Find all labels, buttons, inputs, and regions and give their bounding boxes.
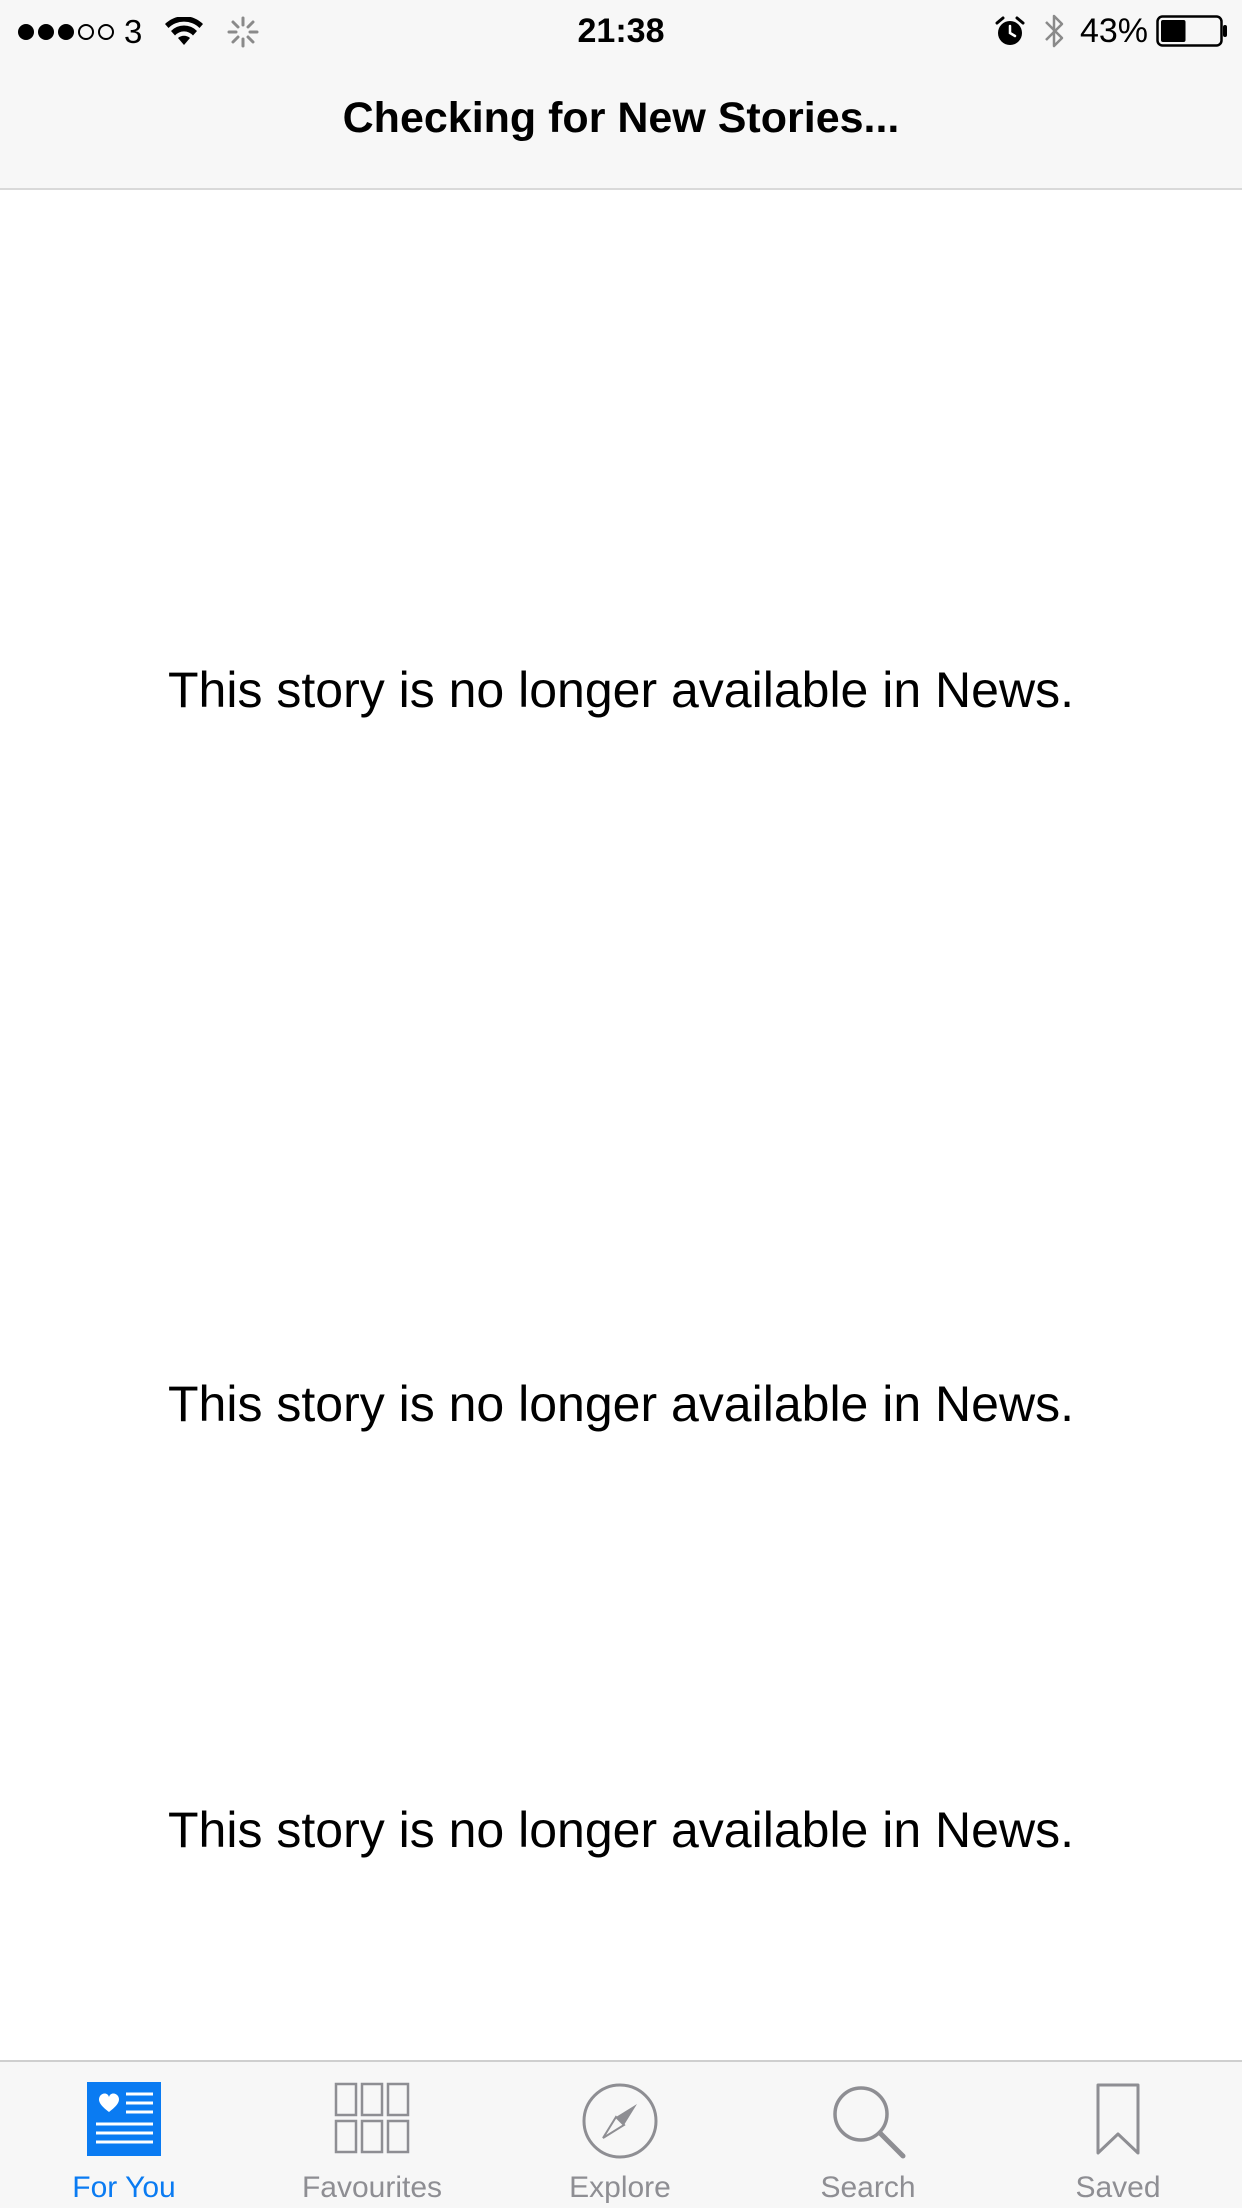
- tab-label: Favourites: [301, 2171, 443, 2204]
- tab-label: Search: [820, 2171, 916, 2204]
- compass-icon: [582, 2083, 658, 2159]
- for-you-icon: [87, 2082, 161, 2156]
- bluetooth-icon: [1045, 14, 1064, 48]
- tab-favourites[interactable]: Favourites: [248, 2062, 496, 2208]
- story-unavailable-message: This story is no longer available in New…: [168, 1802, 1074, 1858]
- status-right: 43%: [994, 10, 1228, 52]
- search-icon: [833, 2086, 906, 2159]
- favourites-grid-icon: [334, 2082, 410, 2154]
- tab-label: Saved: [1075, 2171, 1161, 2204]
- battery-icon: [1156, 15, 1227, 47]
- screen: 3 21:38 43% Checking for New Stories... …: [0, 0, 1242, 2208]
- navigation-bar: Checking for New Stories...: [0, 60, 1242, 190]
- tab-bar: For You Favourites Explore Search Saved: [0, 2060, 1242, 2208]
- tab-search[interactable]: Search: [744, 2062, 992, 2208]
- story-unavailable-message: This story is no longer available in New…: [168, 662, 1074, 718]
- page-title: Checking for New Stories...: [342, 94, 900, 142]
- tab-label: For You: [72, 2171, 176, 2204]
- status-bar: 3 21:38 43%: [0, 0, 1242, 60]
- bookmark-icon: [1096, 2083, 1140, 2155]
- story-unavailable-message: This story is no longer available in New…: [168, 1376, 1074, 1432]
- alarm-icon: [995, 16, 1025, 45]
- tab-saved[interactable]: Saved: [994, 2062, 1242, 2208]
- tab-for-you[interactable]: For You: [0, 2062, 248, 2208]
- tab-explore[interactable]: Explore: [496, 2062, 744, 2208]
- battery-percent: 43%: [1079, 12, 1148, 50]
- tab-label: Explore: [569, 2171, 671, 2204]
